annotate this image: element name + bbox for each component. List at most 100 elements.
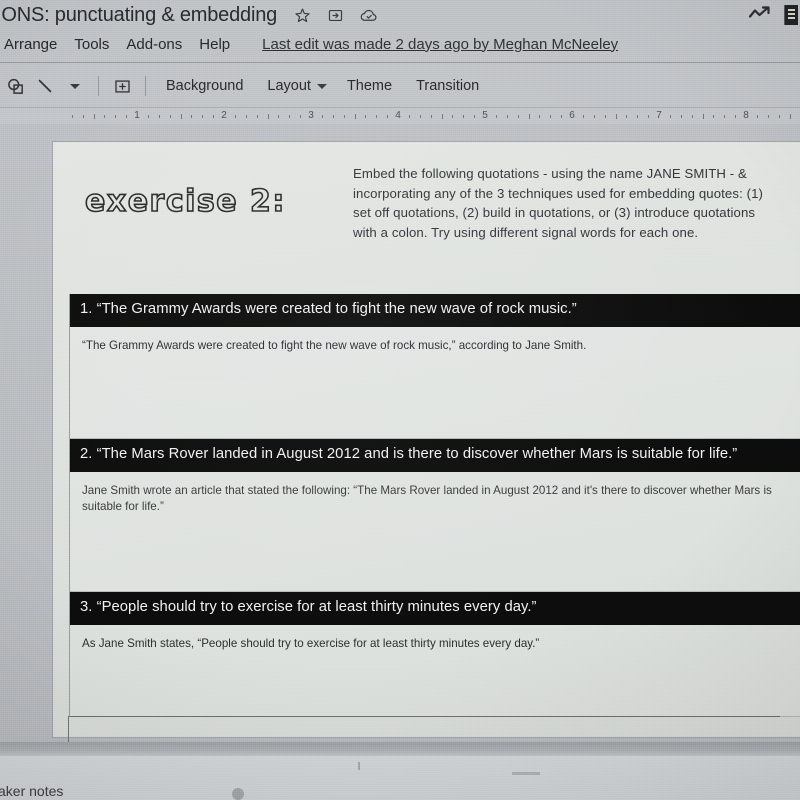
ruler-number: 5 <box>482 110 488 121</box>
menu-bar: Arrange Tools Add-ons Help Last edit was… <box>0 30 800 58</box>
question-answer-2[interactable]: Jane Smith wrote an article that stated … <box>70 472 800 592</box>
ruler-tick <box>300 115 302 118</box>
notes-tick-decoration <box>358 762 360 770</box>
ruler-tick <box>474 115 476 118</box>
ruler-tick <box>158 115 160 118</box>
ruler-tick <box>691 115 693 118</box>
layout-button[interactable]: Layout <box>255 78 335 94</box>
ruler-tick <box>365 115 367 118</box>
ruler-tick <box>756 115 758 118</box>
ruler-number: 4 <box>395 110 401 121</box>
ruler-tick <box>180 114 182 119</box>
ruler-number: 3 <box>308 110 314 121</box>
toolbar-divider-2 <box>145 76 146 96</box>
ruler-tick <box>93 114 95 119</box>
ruler-tick <box>648 115 650 118</box>
ruler-tick <box>289 115 291 118</box>
ruler-tick <box>430 115 432 118</box>
ruler-number: 6 <box>569 110 575 121</box>
trending-up-icon[interactable] <box>748 5 774 26</box>
ruler-tick <box>104 115 106 118</box>
ruler-tick <box>332 115 334 118</box>
move-to-folder-icon[interactable] <box>327 7 344 24</box>
question-prompt-1: 1. “The Grammy Awards were created to fi… <box>70 294 800 327</box>
text-box-icon[interactable] <box>107 71 137 101</box>
speaker-notes-pane[interactable]: aker notes <box>0 756 800 800</box>
ruler-tick <box>626 115 628 118</box>
menu-item-tools[interactable]: Tools <box>74 36 109 53</box>
layout-button-label: Layout <box>267 78 311 94</box>
ruler-tick <box>593 115 595 118</box>
shape-icon[interactable] <box>0 71 30 101</box>
ruler-tick <box>115 115 117 118</box>
ruler-tick <box>680 115 682 118</box>
toolbar: Background Layout Theme Transition <box>0 66 800 106</box>
ruler-tick <box>202 115 204 118</box>
slide-canvas[interactable]: exercise 2: Embed the following quotatio… <box>0 124 800 774</box>
ruler-tick <box>376 115 378 118</box>
ruler-number: 7 <box>656 110 662 121</box>
ruler-tick <box>408 115 410 118</box>
ruler-tick <box>278 115 280 118</box>
question-answer-1[interactable]: “The Grammy Awards were created to fight… <box>70 327 800 439</box>
ruler-tick <box>517 115 519 118</box>
questions-table: 1. “The Grammy Awards were created to fi… <box>69 294 800 717</box>
ruler-tick <box>539 115 541 118</box>
menu-item-arrange[interactable]: Arrange <box>4 36 57 53</box>
document-title[interactable]: IONS: punctuating & embedding <box>0 4 277 27</box>
ruler-tick <box>767 115 769 118</box>
notes-dot-decoration <box>232 788 244 800</box>
ruler-tick <box>702 114 704 119</box>
question-answer-3[interactable]: As Jane Smith states, “People should try… <box>70 625 800 717</box>
ruler-tick <box>267 114 269 119</box>
theme-button[interactable]: Theme <box>335 78 404 94</box>
slide[interactable]: exercise 2: Embed the following quotatio… <box>52 141 800 738</box>
question-prompt-2: 2. “The Mars Rover landed in August 2012… <box>70 439 800 472</box>
ruler-tick <box>191 115 193 118</box>
star-icon[interactable] <box>294 7 311 24</box>
ruler-tick <box>419 115 421 118</box>
chevron-down-icon <box>316 83 327 89</box>
ruler-tick <box>561 115 563 118</box>
title-bar-icon-group <box>294 7 379 24</box>
ruler-number: 8 <box>743 110 749 121</box>
ruler-tick <box>735 115 737 118</box>
ruler-tick <box>528 114 530 119</box>
background-button[interactable]: Background <box>154 78 255 94</box>
ruler-tick <box>724 115 726 118</box>
ruler-tick <box>604 115 606 118</box>
ruler-tick <box>245 115 247 118</box>
menu-item-help[interactable]: Help <box>199 36 230 53</box>
horizontal-ruler[interactable]: 1 2 3 4 5 6 7 8 <box>0 107 800 124</box>
table-row: 3. “People should try to exercise for at… <box>70 592 800 717</box>
ruler-tick <box>343 115 345 118</box>
speaker-notes-label: aker notes <box>0 783 64 799</box>
ruler-tick <box>463 115 465 118</box>
ruler-tick <box>669 115 671 118</box>
transition-button[interactable]: Transition <box>404 78 491 94</box>
ruler-tick <box>387 115 389 118</box>
title-bar: IONS: punctuating & embedding <box>0 0 800 30</box>
toolbar-divider-1 <box>98 76 99 96</box>
presentation-chip-icon[interactable] <box>784 5 798 25</box>
ruler-tick <box>495 115 497 118</box>
last-edit-link[interactable]: Last edit was made 2 days ago by Meghan … <box>262 36 618 53</box>
question-prompt-3: 3. “People should try to exercise for at… <box>70 592 800 625</box>
ruler-tick <box>82 115 84 118</box>
cloud-saved-icon[interactable] <box>360 7 379 24</box>
exercise-title: exercise 2: <box>84 183 286 220</box>
line-icon[interactable] <box>30 71 60 101</box>
menu-item-add-ons[interactable]: Add-ons <box>126 36 182 53</box>
title-bar-right-group <box>748 0 800 30</box>
line-options-chevron-down-icon[interactable] <box>60 71 90 101</box>
table-row: 1. “The Grammy Awards were created to fi… <box>70 294 800 439</box>
ruler-tick <box>213 115 215 118</box>
instructions-text: Embed the following quotations - using t… <box>353 166 764 240</box>
ruler-tick <box>321 115 323 118</box>
ruler-tick <box>713 115 715 118</box>
ruler-tick <box>234 115 236 118</box>
menu-divider <box>0 62 800 63</box>
ruler-tick <box>582 115 584 118</box>
ruler-tick <box>615 114 617 119</box>
canvas-bottom-strip <box>0 742 800 756</box>
